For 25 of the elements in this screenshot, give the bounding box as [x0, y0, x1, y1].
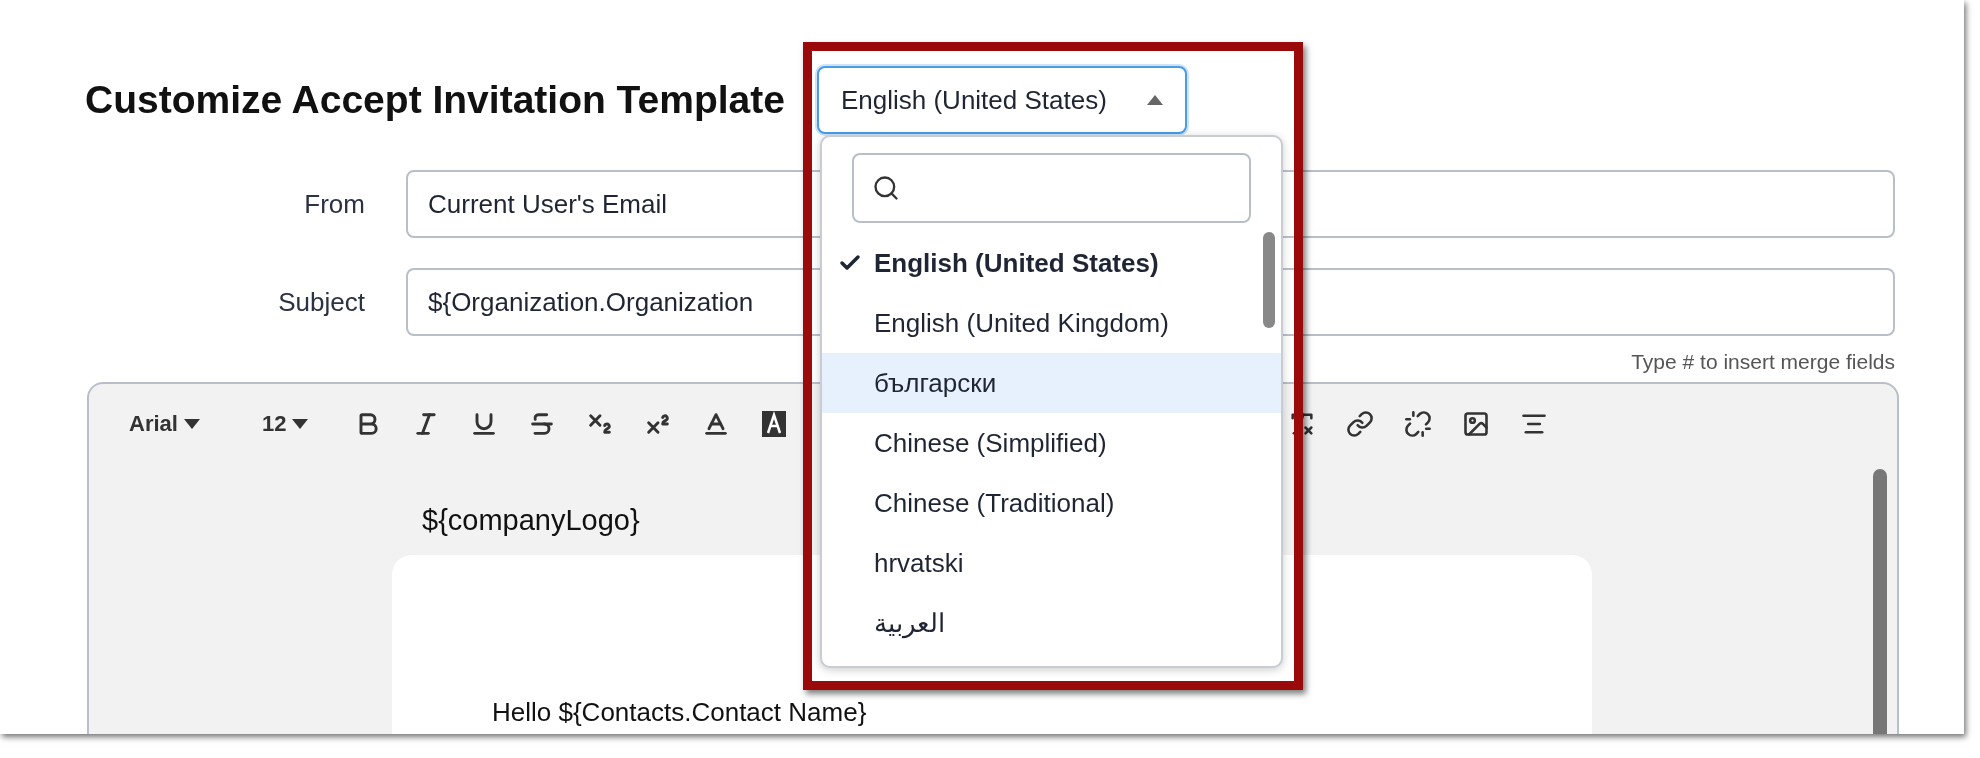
- language-select[interactable]: English (United States): [816, 66, 1187, 134]
- language-option[interactable]: العربية: [822, 593, 1281, 653]
- language-option[interactable]: български: [822, 353, 1281, 413]
- scrollbar-thumb[interactable]: [1263, 232, 1275, 328]
- caret-icon: [1146, 95, 1163, 105]
- language-option[interactable]: Chinese (Traditional): [822, 473, 1281, 533]
- greeting-text: Hello ${Contacts.Contact Name}: [492, 697, 867, 728]
- font-size-dropdown[interactable]: 12: [261, 411, 309, 437]
- unlink-icon: [1404, 410, 1433, 438]
- language-option[interactable]: hrvatski: [822, 533, 1281, 593]
- field-label: From: [303, 188, 365, 220]
- caret-icon: [292, 419, 309, 429]
- search-icon: [872, 174, 900, 202]
- link-icon: [1346, 410, 1375, 438]
- caret-icon: [183, 419, 200, 429]
- image-icon: [1462, 410, 1491, 438]
- highlight-color-icon: [761, 410, 788, 438]
- merge-fields-hint: Type # to insert merge fields: [1631, 350, 1895, 374]
- language-option[interactable]: Chinese (Simplified): [822, 413, 1281, 473]
- logo-placeholder: ${companyLogo}: [422, 504, 640, 537]
- field-label: Subject: [277, 286, 365, 318]
- search-field[interactable]: [852, 153, 1251, 223]
- page-title: Customize Accept Invitation Template: [85, 78, 785, 122]
- language-option[interactable]: English (United Kingdom): [822, 293, 1281, 353]
- font-family-dropdown[interactable]: Arial: [129, 411, 200, 437]
